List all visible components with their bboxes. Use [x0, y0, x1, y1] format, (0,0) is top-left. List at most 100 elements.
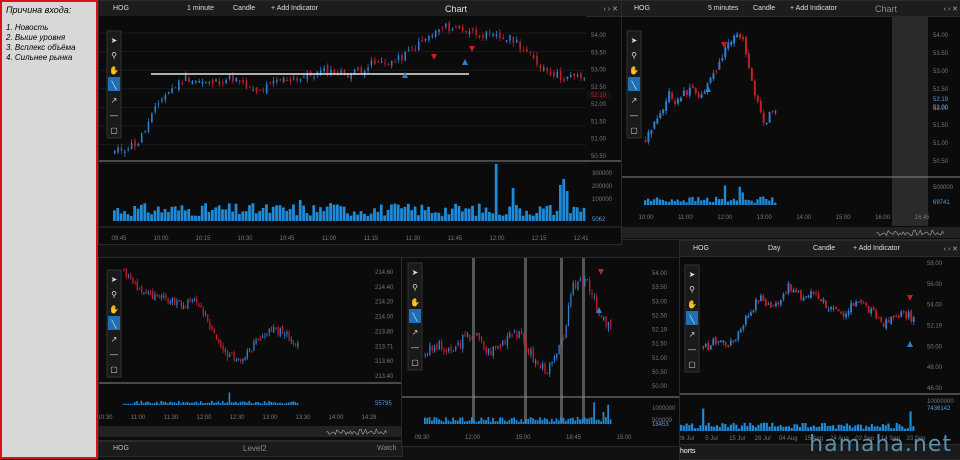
rect-icon[interactable]: ▢ — [110, 126, 118, 135]
candle — [702, 346, 705, 348]
volume-bar — [868, 427, 871, 431]
cursor-icon[interactable]: ➤ — [111, 275, 118, 284]
candle — [156, 294, 158, 296]
hourly-chart-canvas[interactable]: ➤⚲✋╲↗—▢214.60214.40214.20214.00213.80213… — [99, 258, 402, 440]
volume-bar — [444, 207, 447, 221]
candle — [270, 326, 273, 332]
volume-bar — [258, 210, 262, 221]
zoom-icon[interactable]: ⚲ — [111, 290, 117, 299]
arrow-icon[interactable]: ↗ — [111, 335, 118, 344]
main-chart-canvas[interactable]: ➤⚲✋╲↗—▢54.0053.5053.0052.5052.0051.5051.… — [99, 1, 621, 244]
volume-bar — [129, 215, 133, 221]
volume-bar — [527, 418, 530, 424]
candle — [387, 64, 390, 66]
volume-bar — [779, 424, 782, 431]
volume-bar — [471, 205, 474, 221]
candle — [167, 299, 169, 303]
candle — [882, 323, 885, 327]
candle — [502, 37, 505, 40]
candle — [560, 339, 563, 345]
volume-bar — [423, 210, 427, 221]
volume-bar — [602, 412, 605, 424]
candle — [123, 270, 125, 272]
volume-tag: 18453 — [652, 422, 669, 428]
zoom-icon[interactable]: ⚲ — [689, 285, 695, 294]
volume-bar — [428, 417, 431, 424]
shorts-tab[interactable]: horts — [680, 448, 696, 455]
arrow-icon[interactable]: ↗ — [111, 96, 118, 105]
x-axis-label: 5 Jul — [705, 436, 718, 442]
candle — [208, 82, 211, 84]
rect-icon[interactable]: ▢ — [411, 358, 419, 367]
arrow-icon[interactable]: ↗ — [631, 96, 638, 105]
volume-bar — [704, 425, 708, 431]
arrow-icon[interactable]: ↗ — [412, 328, 419, 337]
volume-bar — [901, 426, 904, 431]
cursor-icon[interactable]: ➤ — [689, 270, 696, 279]
cursor-icon[interactable]: ➤ — [111, 36, 118, 45]
hand-icon[interactable]: ✋ — [109, 304, 119, 314]
hline-icon[interactable]: — — [630, 111, 638, 120]
x-axis-label: 11:00 — [678, 215, 693, 221]
hand-icon[interactable]: ✋ — [410, 297, 420, 307]
rect-icon[interactable]: ▢ — [630, 126, 638, 135]
hline-icon[interactable]: — — [110, 111, 118, 120]
volume-bar — [583, 417, 586, 424]
candle — [537, 362, 539, 364]
volume-bar — [699, 425, 702, 431]
intraday-chart-canvas[interactable]: ➤⚲✋╲↗—▢54.0053.5053.0052.5052.1951.5051.… — [402, 258, 680, 446]
candle — [505, 40, 508, 42]
candle — [160, 295, 163, 298]
hand-icon[interactable]: ✋ — [109, 65, 119, 75]
volume-bar — [542, 208, 545, 221]
hline-icon[interactable]: — — [110, 350, 118, 359]
candle — [215, 334, 218, 339]
candle — [185, 306, 187, 308]
candle — [576, 75, 579, 77]
hand-icon[interactable]: ✋ — [687, 299, 697, 309]
candle — [880, 317, 883, 322]
volume-bar — [136, 400, 138, 405]
candle — [259, 338, 262, 340]
y-axis-label: 54.00 — [652, 271, 668, 277]
candle — [747, 315, 750, 318]
candle — [553, 72, 555, 77]
cursor-icon[interactable]: ➤ — [412, 268, 419, 277]
watch-tab[interactable]: Watch — [377, 445, 397, 452]
zoom-icon[interactable]: ⚲ — [631, 51, 637, 60]
arrow-icon[interactable]: ↗ — [689, 330, 696, 339]
volume-bar — [194, 215, 197, 221]
hline-icon[interactable]: — — [688, 345, 696, 354]
hline-icon[interactable]: — — [411, 343, 419, 352]
five-min-chart-canvas[interactable]: ➤⚲✋╲↗—▢54.0053.5053.0052.5052.0051.5051.… — [622, 1, 960, 239]
candle — [253, 341, 255, 351]
volume-bar — [281, 403, 283, 405]
rect-icon[interactable]: ▢ — [688, 360, 696, 369]
symbol-field[interactable]: HOG — [113, 445, 129, 452]
candle — [495, 345, 497, 348]
zoom-icon[interactable]: ⚲ — [412, 283, 418, 292]
note-item: 3. Всплекс объёма — [6, 43, 76, 52]
volume-bar — [740, 425, 743, 431]
hand-icon[interactable]: ✋ — [629, 65, 639, 75]
volume-bar — [717, 199, 721, 205]
zoom-icon[interactable]: ⚲ — [111, 51, 117, 60]
volume-bar — [710, 426, 713, 431]
volume-bar — [562, 179, 566, 221]
candle — [244, 357, 246, 360]
candle — [483, 341, 485, 350]
rect-icon[interactable]: ▢ — [110, 365, 118, 374]
candle — [440, 341, 443, 350]
cursor-icon[interactable]: ➤ — [631, 36, 638, 45]
daily-chart-canvas[interactable]: ➤⚲✋╲↗—▢58.0056.0054.0052.1950.0048.0046.… — [680, 241, 960, 445]
candle — [539, 64, 542, 69]
volume-bar — [164, 401, 167, 405]
candle — [257, 339, 259, 341]
candle — [200, 305, 202, 308]
volume-bar — [302, 205, 305, 221]
candle — [169, 301, 171, 304]
candle — [810, 291, 812, 298]
candle — [744, 37, 747, 55]
candle — [653, 121, 656, 129]
candle — [905, 311, 908, 319]
